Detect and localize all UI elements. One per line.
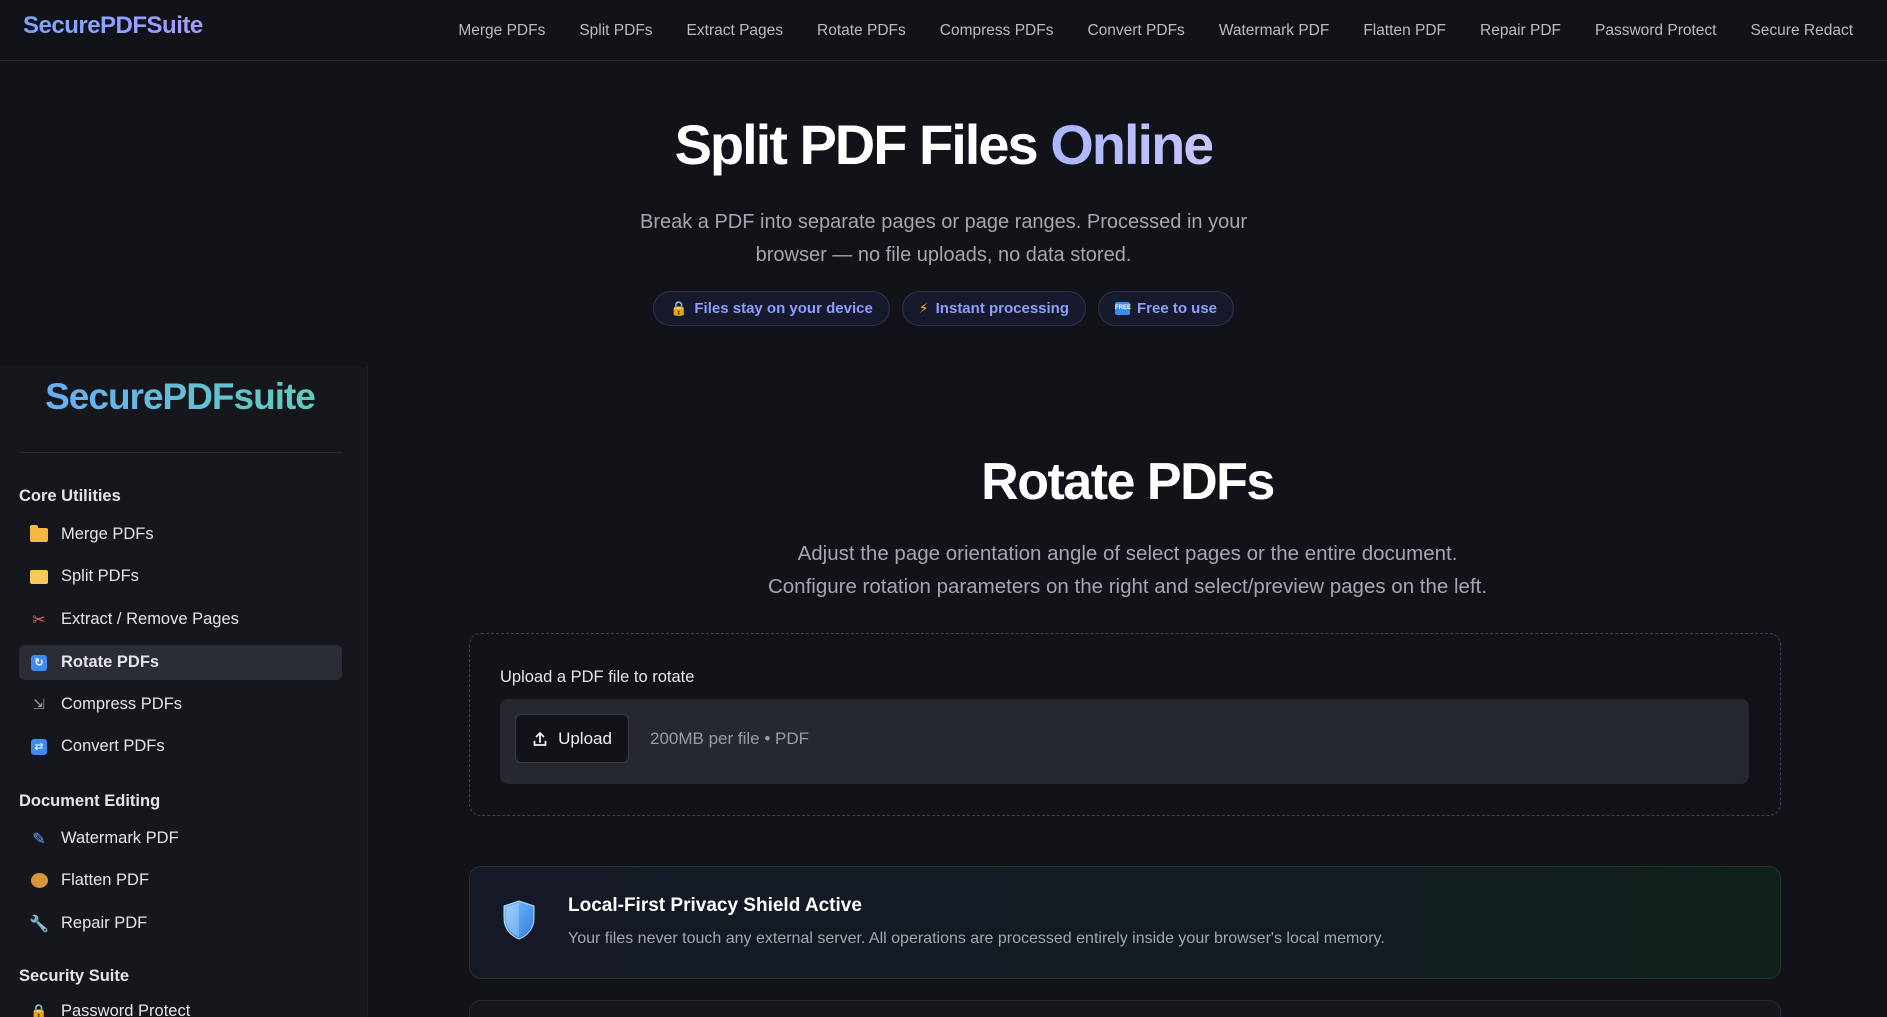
sidebar-group-security-suite: Security Suite xyxy=(19,967,130,985)
sidebar-item-password-protect[interactable]: 🔒 Password Protect xyxy=(19,994,342,1017)
sidebar-item-watermark-pdf[interactable]: ✎ Watermark PDF xyxy=(19,821,342,856)
next-section-card xyxy=(469,1000,1781,1017)
pancake-icon xyxy=(29,871,49,891)
nav-link-rotate-pdfs[interactable]: Rotate PDFs xyxy=(817,22,906,40)
hero-title-main: Split PDF Files xyxy=(674,113,1039,176)
page-description-line-1: Adjust the page orientation angle of sel… xyxy=(797,542,1458,565)
sidebar-item-label: Rotate PDFs xyxy=(61,653,160,671)
hero-badges: 🔒 Files stay on your device ⚡ Instant pr… xyxy=(0,291,1887,326)
sidebar-item-compress-pdfs[interactable]: ⇲ Compress PDFs xyxy=(19,687,342,722)
sidebar-item-label: Convert PDFs xyxy=(61,737,165,755)
nav-link-convert-pdfs[interactable]: Convert PDFs xyxy=(1087,22,1184,40)
upload-button[interactable]: Upload xyxy=(515,714,629,763)
sidebar-item-label: Compress PDFs xyxy=(61,695,183,713)
sidebar-item-label: Merge PDFs xyxy=(61,525,154,543)
sidebar-item-split-pdfs[interactable]: Split PDFs xyxy=(19,559,342,594)
badge-files-stay: 🔒 Files stay on your device xyxy=(652,291,890,326)
sidebar-brand: SecurePDFsuite xyxy=(0,376,360,418)
hero-title-accent: Online xyxy=(1050,113,1214,176)
nav-links: Merge PDFs Split PDFs Extract Pages Rota… xyxy=(458,0,1853,61)
privacy-title: Local-First Privacy Shield Active xyxy=(568,895,862,916)
upload-hint: 200MB per file • PDF xyxy=(650,729,810,748)
compress-icon: ⇲ xyxy=(33,696,45,712)
nav-link-repair-pdf[interactable]: Repair PDF xyxy=(1480,22,1561,40)
folder-icon xyxy=(29,524,49,545)
sidebar-item-label: Split PDFs xyxy=(61,567,139,585)
sidebar-item-label: Repair PDF xyxy=(61,914,148,932)
nav-link-merge-pdfs[interactable]: Merge PDFs xyxy=(458,22,545,40)
page-description: Adjust the page orientation angle of sel… xyxy=(368,537,1887,603)
shield-icon xyxy=(503,900,535,940)
convert-icon: ⇄ xyxy=(29,737,49,757)
lightning-icon: ⚡ xyxy=(918,300,929,316)
upload-button-label: Upload xyxy=(558,728,612,748)
upload-icon xyxy=(533,731,547,746)
rotate-icon: ↻ xyxy=(29,653,49,673)
nav-link-compress-pdfs[interactable]: Compress PDFs xyxy=(940,22,1054,40)
brand-logo[interactable]: SecurePDFSuite xyxy=(23,12,203,40)
nav-link-flatten-pdf[interactable]: Flatten PDF xyxy=(1363,22,1446,40)
page-description-line-2: Configure rotation parameters on the rig… xyxy=(767,575,1488,598)
sidebar-item-extract-remove-pages[interactable]: ✂ Extract / Remove Pages xyxy=(19,602,342,637)
lock-icon: 🔒 xyxy=(30,1003,48,1017)
sidebar-group-core-utilities: Core Utilities xyxy=(19,487,121,505)
sidebar-item-flatten-pdf[interactable]: Flatten PDF xyxy=(19,863,342,898)
sidebar-item-rotate-pdfs[interactable]: ↻ Rotate PDFs xyxy=(19,645,342,680)
privacy-shield-card xyxy=(469,866,1781,979)
nav-link-secure-redact[interactable]: Secure Redact xyxy=(1750,22,1853,40)
sidebar-item-label: Password Protect xyxy=(61,1002,191,1017)
badge-label: Files stay on your device xyxy=(694,300,873,317)
upload-label: Upload a PDF file to rotate xyxy=(500,668,695,686)
page-title: Rotate PDFs xyxy=(981,453,1275,511)
wrench-icon: 🔧 xyxy=(29,915,49,933)
badge-free-to-use: FREE Free to use xyxy=(1098,291,1235,326)
sidebar-divider xyxy=(19,452,342,453)
free-icon: FREE xyxy=(1115,302,1131,315)
lock-icon: 🔒 xyxy=(669,300,688,316)
badge-instant-processing: ⚡ Instant processing xyxy=(901,291,1086,326)
sidebar-item-convert-pdfs[interactable]: ⇄ Convert PDFs xyxy=(19,729,342,764)
sidebar-item-label: Flatten PDF xyxy=(61,871,150,889)
badge-label: Instant processing xyxy=(935,300,1069,317)
sidebar-item-label: Extract / Remove Pages xyxy=(61,610,239,628)
nav-link-split-pdfs[interactable]: Split PDFs xyxy=(579,22,652,40)
sidebar-item-repair-pdf[interactable]: 🔧 Repair PDF xyxy=(19,906,342,941)
privacy-text: Your files never touch any external serv… xyxy=(568,930,1385,947)
hero-subtitle: Break a PDF into separate pages or page … xyxy=(639,211,1247,266)
open-folder-icon xyxy=(29,567,49,587)
scissors-icon: ✂ xyxy=(32,611,46,629)
hero-title: Split PDF Files Online xyxy=(0,112,1887,177)
nav-link-extract-pages[interactable]: Extract Pages xyxy=(687,22,784,40)
nav-link-watermark-pdf[interactable]: Watermark PDF xyxy=(1219,22,1330,40)
sidebar-item-merge-pdfs[interactable]: Merge PDFs xyxy=(19,517,342,552)
sidebar-item-label: Watermark PDF xyxy=(61,829,179,847)
pen-icon: ✎ xyxy=(32,830,46,848)
sidebar-group-document-editing: Document Editing xyxy=(19,792,161,810)
nav-link-password-protect[interactable]: Password Protect xyxy=(1595,22,1716,40)
top-navigation-bar: SecurePDFSuite Merge PDFs Split PDFs Ext… xyxy=(0,0,1887,61)
badge-label: Free to use xyxy=(1137,300,1218,317)
